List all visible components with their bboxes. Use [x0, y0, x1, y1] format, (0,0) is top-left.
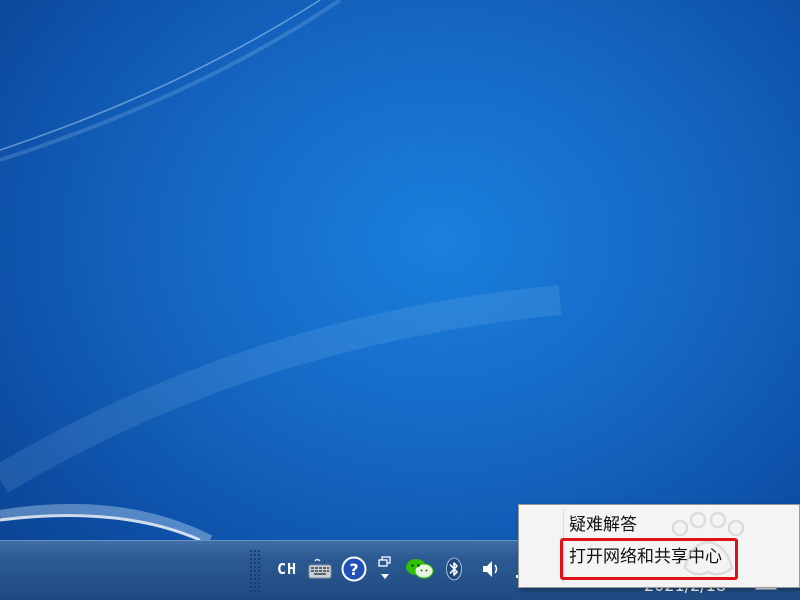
svg-text:?: ?	[349, 560, 358, 579]
bluetooth-icon[interactable]	[442, 555, 466, 583]
volume-icon[interactable]	[478, 555, 504, 583]
keyboard-icon[interactable]	[306, 555, 334, 583]
taskbar-grip[interactable]	[249, 549, 261, 593]
language-indicator[interactable]: CH	[272, 555, 302, 583]
menu-item-open-network-and-sharing-center[interactable]: 打开网络和共享中心	[569, 543, 722, 571]
menu-item-troubleshoot[interactable]: 疑难解答	[569, 511, 637, 539]
menu-gutter-divider	[563, 509, 564, 583]
window-switch-icon[interactable]	[374, 555, 396, 583]
wechat-icon[interactable]	[404, 555, 436, 583]
help-icon[interactable]: ?	[340, 555, 368, 583]
network-context-menu: 疑难解答 打开网络和共享中心	[518, 504, 800, 588]
desktop[interactable]: CH ? 疑难解答 打开网络和共享中心	[0, 0, 800, 600]
